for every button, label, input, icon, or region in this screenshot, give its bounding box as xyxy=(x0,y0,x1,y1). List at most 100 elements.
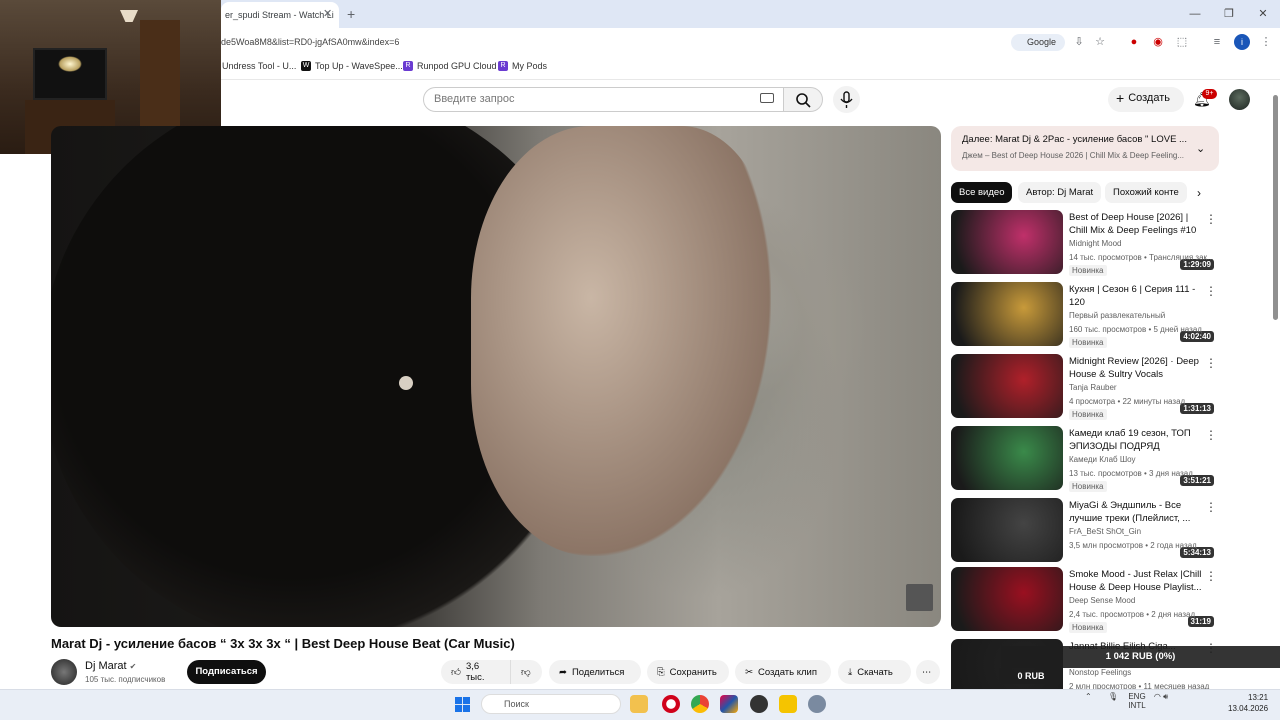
system-tray[interactable]: ⌃ 🎙︎ ENG INTL ◠ 🔊︎ xyxy=(1085,692,1168,710)
settings-gear-icon[interactable] xyxy=(808,695,826,713)
rec-channel[interactable]: FrA_BeSt ShOt_Gin xyxy=(1069,527,1141,536)
dislike-button[interactable]: 👎︎ xyxy=(510,660,542,684)
rec-channel[interactable]: Nonstop Feelings xyxy=(1069,668,1131,677)
account-avatar[interactable] xyxy=(1229,89,1250,110)
recommendation-item[interactable]: 4:02:40 Кухня | Сезон 6 | Серия 111 - 120… xyxy=(951,282,1219,348)
scrollbar-thumb[interactable] xyxy=(1273,95,1278,320)
minimize-icon[interactable]: — xyxy=(1178,0,1212,28)
chip-all-videos[interactable]: Все видео xyxy=(951,182,1013,203)
recommendation-item[interactable]: 3:51:21 Камеди клаб 19 сезон, ТОП ЭПИЗОДЫ… xyxy=(951,426,1219,492)
puzzle-icon[interactable]: ⬚ xyxy=(1174,34,1190,50)
create-button[interactable]: + Создать xyxy=(1108,87,1184,112)
video-thumbnail[interactable] xyxy=(951,354,1063,418)
rec-title[interactable]: Smoke Mood - Just Relax |Chill House & D… xyxy=(1069,568,1205,594)
bookmark-my-pods[interactable]: R My Pods xyxy=(498,61,547,71)
chevron-right-icon[interactable]: › xyxy=(1197,186,1201,200)
video-thumbnail[interactable] xyxy=(951,426,1063,490)
new-badge: Новинка xyxy=(1069,265,1107,276)
rec-channel[interactable]: Midnight Mood xyxy=(1069,239,1121,248)
chip-author[interactable]: Автор: Dj Marat xyxy=(1018,182,1102,203)
channel-name[interactable]: Dj Marat ✔ xyxy=(85,660,136,672)
rec-channel[interactable]: Камеди Клаб Шоу xyxy=(1069,455,1136,464)
opera-icon[interactable] xyxy=(662,695,680,713)
download-button[interactable]: ⤓ Скачать xyxy=(838,660,911,684)
screen-glow xyxy=(58,56,82,72)
save-button[interactable]: ⎘ Сохранить xyxy=(647,660,729,684)
windows-start-icon[interactable] xyxy=(455,697,470,712)
bookmark-wavespeed[interactable]: W Top Up - WaveSpee... xyxy=(301,61,403,71)
clip-button[interactable]: ✂ Создать клип xyxy=(735,660,831,684)
chevron-up-icon: ⌃ xyxy=(1085,692,1092,701)
recommendation-item[interactable]: 1:29:09 Best of Deep House [2026] | Chill… xyxy=(951,210,1219,276)
opera-extension-icon[interactable]: ◉ xyxy=(1150,34,1166,50)
tab-title: er_spudi Stream - Watch Li xyxy=(225,10,334,20)
chrome-icon[interactable] xyxy=(691,695,709,713)
restore-icon[interactable]: ❐ xyxy=(1212,0,1246,28)
new-tab-button[interactable]: + xyxy=(347,6,355,22)
more-vert-icon[interactable]: ⋮ xyxy=(1205,428,1217,442)
share-label: Поделиться xyxy=(571,666,625,678)
channel-watermark[interactable] xyxy=(906,584,933,611)
download-icon: ⤓ xyxy=(848,666,853,678)
install-icon[interactable]: ⇩ xyxy=(1071,34,1087,50)
video-title: Marat Dj - усиление басов “ 3х 3х 3х “ |… xyxy=(51,636,515,651)
extension-icon[interactable]: ● xyxy=(1126,34,1142,50)
rec-title[interactable]: MiyaGi & Эндшпиль - Все лучшие треки (Пл… xyxy=(1069,499,1205,525)
video-thumbnail[interactable] xyxy=(951,210,1063,274)
taskbar-search[interactable]: Поиск xyxy=(481,694,621,714)
rec-title[interactable]: Камеди клаб 19 сезон, ТОП ЭПИЗОДЫ ПОДРЯД xyxy=(1069,427,1205,453)
rec-channel[interactable]: Первый развлекательный xyxy=(1069,311,1165,320)
taskbar-clock[interactable]: 13:21 13.04.2026 xyxy=(1228,692,1268,714)
chevron-down-icon[interactable]: ⌄ xyxy=(1196,142,1205,155)
voice-search-button[interactable] xyxy=(833,86,860,113)
search-input[interactable]: Введите запрос xyxy=(423,87,784,112)
like-button[interactable]: 👍︎ 3,6 тыс. xyxy=(441,660,510,684)
more-actions-button[interactable]: ⋯ xyxy=(916,660,940,684)
subscribe-button[interactable]: Подписаться xyxy=(187,660,266,684)
search-engine-pill[interactable]: Google xyxy=(1011,34,1065,51)
more-vert-icon[interactable]: ⋮ xyxy=(1205,284,1217,298)
video-player[interactable] xyxy=(51,126,941,627)
subscriber-count: 105 тыс. подписчиков xyxy=(85,675,166,684)
bookmark-runpod[interactable]: R Runpod GPU Cloud xyxy=(403,61,497,71)
recommendation-item[interactable]: 31:19 Smoke Mood - Just Relax |Chill Hous… xyxy=(951,567,1219,633)
close-window-icon[interactable]: ✕ xyxy=(1246,0,1280,28)
bookmark-star-icon[interactable]: ☆ xyxy=(1092,34,1108,50)
close-tab-icon[interactable]: ✕ xyxy=(323,7,332,20)
browser-tab[interactable]: er_spudi Stream - Watch Li xyxy=(221,2,339,28)
rec-channel[interactable]: Tanja Rauber xyxy=(1069,383,1117,392)
keyboard-icon[interactable] xyxy=(760,93,774,103)
recommendation-item[interactable]: 5:34:13 MiyaGi & Эндшпиль - Все лучшие тр… xyxy=(951,498,1219,562)
recommendation-item[interactable]: 1:31:13 Midnight Review [2026] · Deep Hou… xyxy=(951,354,1219,420)
mic-tray-icon: 🎙︎ xyxy=(1107,692,1119,701)
bookmark-undress[interactable]: Undress Tool - U... xyxy=(222,61,296,71)
more-vert-icon[interactable]: ⋮ xyxy=(1205,356,1217,370)
url-text[interactable]: de5Woa8M8&list=RD0-jgAfSA0mw&index=6 xyxy=(221,37,399,47)
up-next-panel[interactable]: Далее: Marat Dj & 2Pac - усиление басов … xyxy=(951,126,1219,171)
rec-title[interactable]: Midnight Review [2026] · Deep House & Su… xyxy=(1069,355,1205,381)
wifi-icon: ◠ xyxy=(1153,692,1161,701)
profile-icon[interactable]: i xyxy=(1234,34,1250,50)
rec-channel[interactable]: Deep Sense Mood xyxy=(1069,596,1135,605)
chip-related[interactable]: Похожий конте xyxy=(1105,182,1187,203)
rec-title[interactable]: Кухня | Сезон 6 | Серия 111 - 120 xyxy=(1069,283,1205,309)
more-vert-icon[interactable]: ⋮ xyxy=(1205,500,1217,514)
file-explorer-icon[interactable] xyxy=(630,695,648,713)
save-label: Сохранить xyxy=(669,666,717,678)
rec-title[interactable]: Best of Deep House [2026] | Chill Mix & … xyxy=(1069,211,1205,237)
app-icon-dark[interactable] xyxy=(750,695,768,713)
channel-avatar[interactable] xyxy=(51,659,77,685)
wavespeed-icon: W xyxy=(301,61,311,71)
video-thumbnail[interactable] xyxy=(951,282,1063,346)
search-button[interactable] xyxy=(783,87,823,112)
share-button[interactable]: ➦ Поделиться xyxy=(549,660,641,684)
reading-list-icon[interactable]: ≡ xyxy=(1209,34,1225,50)
video-thumbnail[interactable] xyxy=(951,498,1063,562)
app-icon-yellow[interactable] xyxy=(779,695,797,713)
google-label: Google xyxy=(1027,37,1057,47)
more-vert-icon[interactable]: ⋮ xyxy=(1205,212,1217,226)
video-thumbnail[interactable] xyxy=(951,567,1063,631)
app-icon-grid[interactable] xyxy=(720,695,738,713)
more-vert-icon[interactable]: ⋮ xyxy=(1205,569,1217,583)
menu-dots-icon[interactable]: ⋮ xyxy=(1258,34,1274,50)
